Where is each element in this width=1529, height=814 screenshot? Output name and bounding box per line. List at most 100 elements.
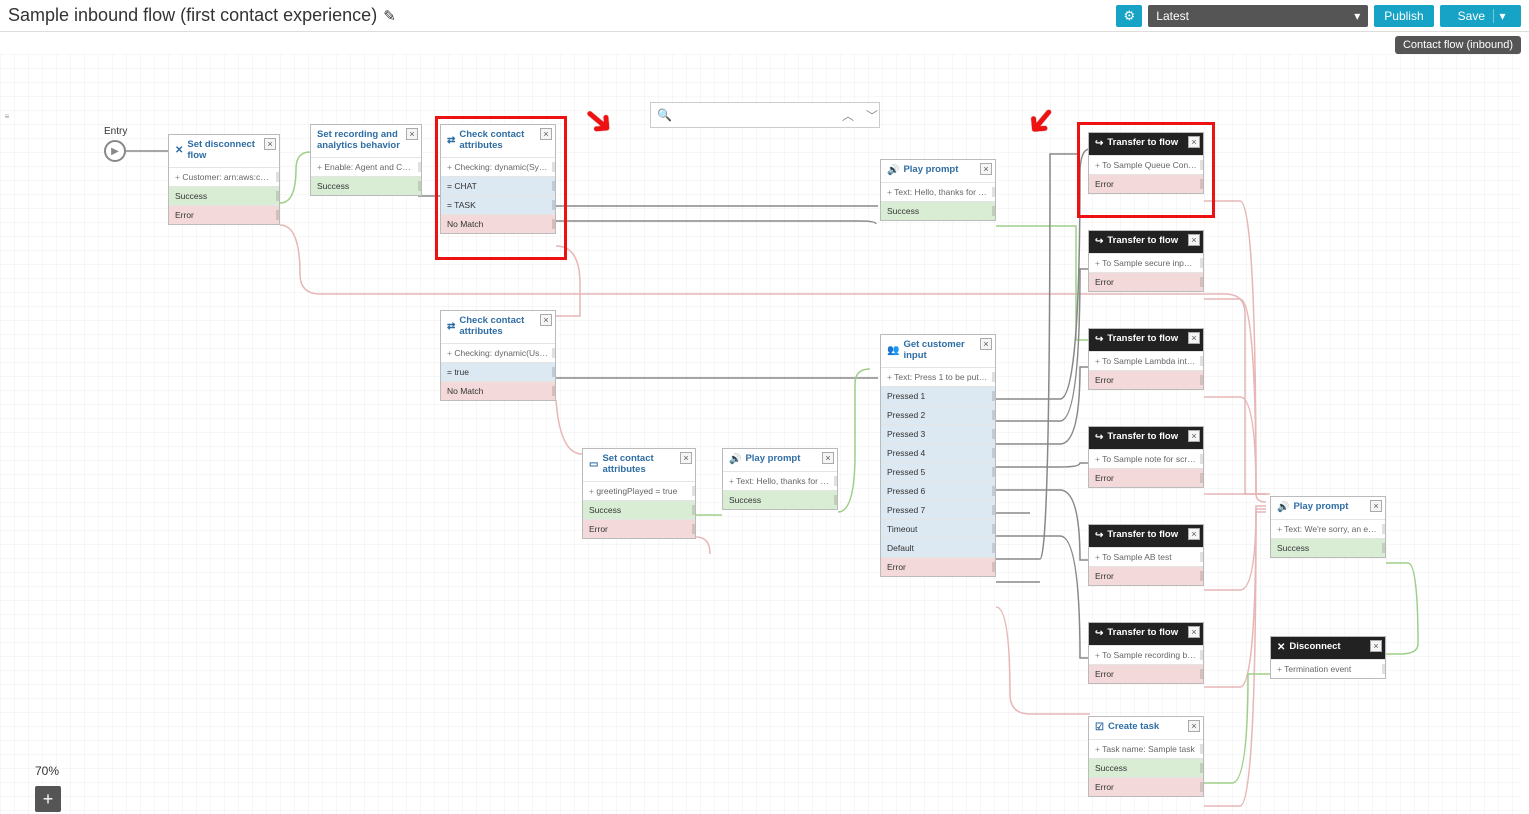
version-dropdown[interactable]: Latest ▾ — [1148, 5, 1368, 27]
canvas-search-box: 🔍 ︿ ﹀ — [650, 102, 880, 128]
transfer-icon: ↪ — [1095, 432, 1103, 444]
close-icon[interactable]: × — [822, 452, 834, 464]
node-transfer-to-flow-6[interactable]: × ↪Transfer to flow To Sample recording … — [1088, 622, 1204, 684]
node-branch-error[interactable]: Error — [881, 557, 995, 576]
node-branch-nomatch[interactable]: No Match — [441, 381, 555, 400]
search-icon: 🔍 — [657, 108, 672, 122]
close-icon[interactable]: × — [1188, 430, 1200, 442]
node-transfer-to-flow-3[interactable]: × ↪Transfer to flow To Sample Lambda int… — [1088, 328, 1204, 390]
node-transfer-to-flow-4[interactable]: × ↪Transfer to flow To Sample note for s… — [1088, 426, 1204, 488]
node-branch-pressed-6[interactable]: Pressed 6 — [881, 481, 995, 500]
node-detail: greetingPlayed = true — [583, 481, 695, 500]
node-branch-timeout[interactable]: Timeout — [881, 519, 995, 538]
node-play-prompt-2[interactable]: × 🔊Play prompt Text: Hello, thanks for c… — [722, 448, 838, 510]
node-detail: To Sample recording behav... — [1089, 645, 1203, 664]
node-play-prompt-3[interactable]: × 🔊Play prompt Text: We're sorry, an err… — [1270, 496, 1386, 558]
search-next-icon[interactable]: ﹀ — [863, 107, 881, 124]
node-set-recording[interactable]: × Set recording and analytics behavior E… — [310, 124, 422, 196]
node-detail: Text: Hello, thanks for callin... — [723, 471, 837, 490]
node-detail: To Sample Lambda integra... — [1089, 351, 1203, 370]
node-detail: To Sample note for screen... — [1089, 449, 1203, 468]
card-icon: ▭ — [589, 459, 598, 471]
close-icon[interactable]: × — [1188, 332, 1200, 344]
zoom-in-button[interactable]: + — [35, 786, 61, 812]
node-output-success[interactable]: Success — [1089, 758, 1203, 777]
node-branch-pressed-2[interactable]: Pressed 2 — [881, 405, 995, 424]
branch-icon: ⇄ — [447, 321, 455, 333]
node-branch-nomatch[interactable]: No Match — [441, 214, 555, 233]
node-play-prompt-1[interactable]: × 🔊Play prompt Text: Hello, thanks for c… — [880, 159, 996, 221]
save-dropdown-toggle[interactable]: ▾ — [1493, 9, 1511, 23]
node-check-contact-attributes-2[interactable]: × ⇄Check contact attributes Checking: dy… — [440, 310, 556, 401]
node-output-error[interactable]: Error — [1089, 664, 1203, 683]
annotation-arrow-1: ➜ — [572, 93, 625, 148]
transfer-icon: ↪ — [1095, 138, 1103, 150]
node-branch-true[interactable]: = true — [441, 362, 555, 381]
panel-expand-handle[interactable]: ≡ — [2, 104, 12, 128]
flow-type-badge: Contact flow (inbound) — [1395, 36, 1521, 54]
branch-icon: ⇄ — [447, 135, 455, 147]
node-branch-pressed-7[interactable]: Pressed 7 — [881, 500, 995, 519]
node-output-success[interactable]: Success — [583, 500, 695, 519]
search-prev-icon[interactable]: ︿ — [839, 107, 857, 124]
close-icon[interactable]: × — [1188, 234, 1200, 246]
node-get-customer-input[interactable]: × 👥Get customer input Text: Press 1 to b… — [880, 334, 996, 577]
node-set-contact-attributes[interactable]: × ▭Set contact attributes greetingPlayed… — [582, 448, 696, 539]
task-icon: ☑ — [1095, 722, 1104, 734]
node-transfer-to-flow-5[interactable]: × ↪Transfer to flow To Sample AB test Er… — [1088, 524, 1204, 586]
edit-title-icon[interactable]: ✎ — [383, 7, 396, 25]
node-branch-pressed-1[interactable]: Pressed 1 — [881, 386, 995, 405]
flow-canvas[interactable]: ≡ 🔍 ︿ ﹀ Entry ▶ — [0, 54, 1520, 814]
audio-icon: 🔊 — [887, 165, 899, 177]
node-output-error[interactable]: Error — [169, 205, 279, 224]
close-icon[interactable]: × — [980, 163, 992, 175]
node-branch-task[interactable]: = TASK — [441, 195, 555, 214]
close-icon[interactable]: × — [1188, 720, 1200, 732]
node-transfer-to-flow-1[interactable]: × ↪Transfer to flow To Sample Queue Conf… — [1088, 132, 1204, 194]
publish-button[interactable]: Publish — [1374, 5, 1433, 27]
node-output-error[interactable]: Error — [1089, 468, 1203, 487]
close-icon[interactable]: × — [1370, 640, 1382, 652]
users-icon: 👥 — [887, 345, 899, 357]
close-icon[interactable]: × — [1188, 626, 1200, 638]
save-button[interactable]: Save — [1450, 9, 1493, 23]
node-output-success[interactable]: Success — [169, 186, 279, 205]
close-icon[interactable]: × — [540, 128, 552, 140]
close-icon[interactable]: × — [406, 128, 418, 140]
node-output-error[interactable]: Error — [1089, 777, 1203, 796]
node-branch-default[interactable]: Default — [881, 538, 995, 557]
node-output-success[interactable]: Success — [881, 201, 995, 220]
node-output-success[interactable]: Success — [723, 490, 837, 509]
node-output-error[interactable]: Error — [1089, 174, 1203, 193]
node-branch-pressed-4[interactable]: Pressed 4 — [881, 443, 995, 462]
node-transfer-to-flow-2[interactable]: × ↪Transfer to flow To Sample secure inp… — [1088, 230, 1204, 292]
node-output-success[interactable]: Success — [1271, 538, 1385, 557]
node-check-contact-attributes-1[interactable]: × ⇄Check contact attributes Checking: dy… — [440, 124, 556, 234]
node-disconnect[interactable]: × ✕Disconnect Termination event — [1270, 636, 1386, 679]
node-branch-chat[interactable]: = CHAT — [441, 176, 555, 195]
node-set-disconnect-flow[interactable]: × ✕Set disconnect flow Customer: arn:aws… — [168, 134, 280, 225]
settings-gear-button[interactable]: ⚙ — [1116, 5, 1142, 27]
close-icon[interactable]: × — [980, 338, 992, 350]
entry-node[interactable]: ▶ — [104, 140, 126, 162]
node-branch-pressed-3[interactable]: Pressed 3 — [881, 424, 995, 443]
close-icon[interactable]: × — [1188, 528, 1200, 540]
canvas-search-input[interactable] — [678, 108, 833, 122]
node-output-error[interactable]: Error — [1089, 566, 1203, 585]
zoom-level-label: 70% — [35, 764, 59, 778]
node-branch-pressed-5[interactable]: Pressed 5 — [881, 462, 995, 481]
node-output-error[interactable]: Error — [1089, 370, 1203, 389]
close-icon[interactable]: × — [1370, 500, 1382, 512]
node-output-error[interactable]: Error — [583, 519, 695, 538]
close-icon[interactable]: × — [1188, 136, 1200, 148]
node-output-error[interactable]: Error — [1089, 272, 1203, 291]
node-output-success[interactable]: Success — [311, 176, 421, 195]
node-create-task[interactable]: × ☑Create task Task name: Sample task Su… — [1088, 716, 1204, 797]
canvas-viewport[interactable]: ≡ 🔍 ︿ ﹀ Entry ▶ — [0, 54, 1529, 814]
save-button-split[interactable]: Save ▾ — [1440, 5, 1521, 27]
close-icon[interactable]: × — [540, 314, 552, 326]
close-icon[interactable]: × — [264, 138, 276, 150]
close-icon[interactable]: × — [680, 452, 692, 464]
transfer-icon: ↪ — [1095, 530, 1103, 542]
flow-type-row: Contact flow (inbound) — [0, 32, 1529, 54]
